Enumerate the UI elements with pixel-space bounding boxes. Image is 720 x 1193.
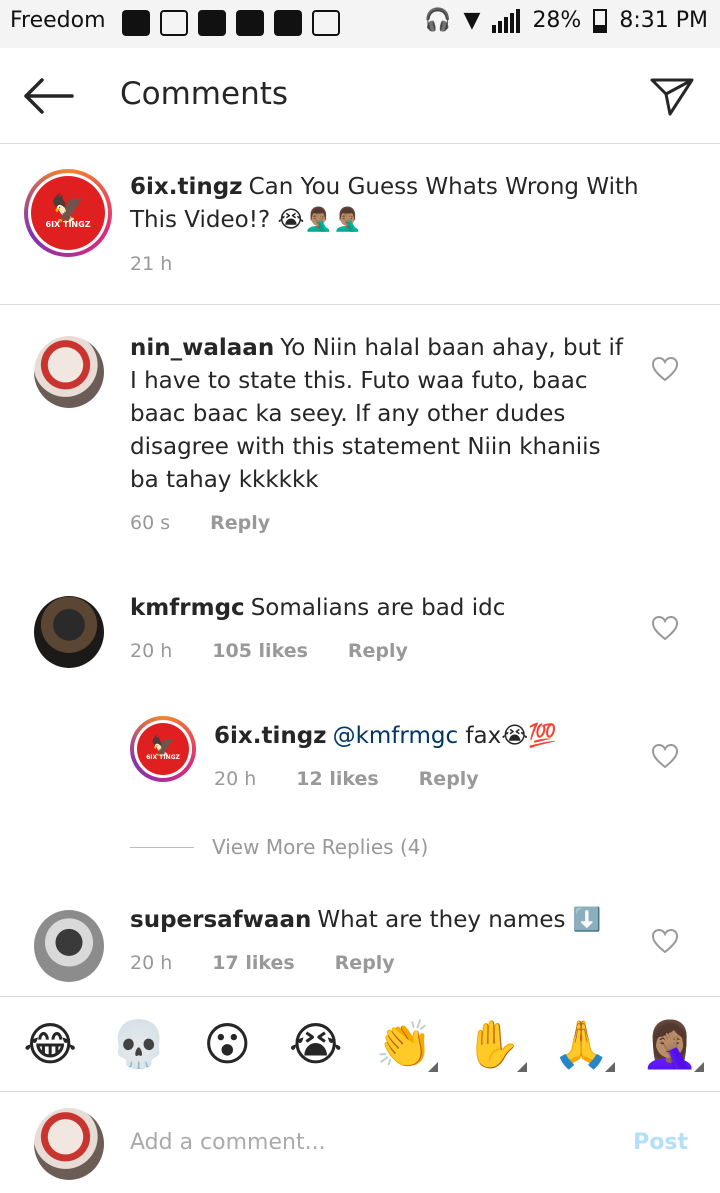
emoji-button-variants[interactable]: 🙏 <box>541 1017 621 1072</box>
page-title: Comments <box>120 76 289 112</box>
clap-emoji: 👏 <box>375 1016 433 1071</box>
reply-time: 20 h <box>214 768 257 790</box>
comment-meta: 20 h 17 likes Reply <box>130 952 395 974</box>
reply-button[interactable]: Reply <box>348 640 408 662</box>
reply-button[interactable]: Reply <box>419 768 479 790</box>
skin-tone-indicator <box>516 1061 527 1072</box>
signal-icon <box>492 8 521 33</box>
comment-meta: 20 h 105 likes Reply <box>130 640 408 662</box>
reply-text: fax😭💯 <box>465 723 557 749</box>
reply-avatar[interactable]: 🦅 6IX TINGZ <box>130 716 196 782</box>
skin-tone-indicator <box>605 1061 616 1072</box>
likes-count[interactable]: 105 likes <box>212 640 308 662</box>
message-icon <box>122 10 150 36</box>
divider-line <box>130 846 194 848</box>
heart-icon[interactable] <box>651 743 679 769</box>
gmail-icon <box>312 10 340 36</box>
discord-icon <box>198 10 226 36</box>
system-status: 🎧 ▼ 28% 8:31 PM <box>424 8 708 33</box>
likes-count[interactable]: 17 likes <box>212 952 294 974</box>
6ix-tingz-logo: 🦅 6IX TINGZ <box>31 176 105 250</box>
skin-tone-indicator <box>693 1061 704 1072</box>
caption-avatar[interactable]: 🦅 6IX TINGZ <box>24 169 112 257</box>
heart-icon[interactable] <box>651 615 679 641</box>
avatar[interactable] <box>34 910 104 982</box>
avatar[interactable] <box>34 336 104 408</box>
wifi-icon: ▼ <box>463 8 481 33</box>
heart-icon[interactable] <box>651 356 679 382</box>
comment-text: What are they names ⬇️ <box>317 907 602 933</box>
comment-username[interactable]: nin_walaan <box>130 335 274 361</box>
emoji-button[interactable]: 😭 <box>276 1017 356 1071</box>
reply-text-block: 6ix.tingz @kmfrmgc fax😭💯 <box>214 720 634 753</box>
battery-icon <box>593 8 608 33</box>
battery-percent: 28% <box>532 8 582 33</box>
caption-meta: 21 h <box>130 253 172 275</box>
headset-icon: 🎧 <box>424 8 452 33</box>
back-arrow-icon <box>24 78 74 114</box>
status-bar: Freedom 🎧 ▼ 28% 8:31 PM <box>0 0 720 48</box>
back-button[interactable] <box>22 76 74 116</box>
view-more-replies[interactable]: View More Replies (4) <box>130 835 428 859</box>
caption-text-block: 6ix.tingz Can You Guess Whats Wrong With … <box>130 171 690 237</box>
comment-time: 20 h <box>130 952 173 974</box>
caption-username[interactable]: 6ix.tingz <box>130 174 243 200</box>
emoji-button[interactable]: 😂 <box>10 1017 90 1071</box>
comment-text: Somalians are bad idc <box>250 595 506 621</box>
reply-username[interactable]: 6ix.tingz <box>214 723 327 749</box>
emoji-button-variants[interactable]: 🤦🏽‍♀️ <box>630 1017 710 1072</box>
comment-text-block: supersafwaan What are they names ⬇️ <box>130 904 630 937</box>
likes-count[interactable]: 12 likes <box>296 768 378 790</box>
reply-meta: 20 h 12 likes Reply <box>214 768 479 790</box>
comment-text-block: kmfrmgc Somalians are bad idc <box>130 592 630 625</box>
share-button[interactable] <box>648 72 696 120</box>
comment-input[interactable] <box>130 1122 610 1162</box>
discord-icon <box>274 10 302 36</box>
comment-composer: Post <box>0 1092 720 1193</box>
emoji-button[interactable]: 💀 <box>99 1017 179 1072</box>
mosque-icon <box>160 10 188 36</box>
6ix-tingz-logo: 🦅 6IX TINGZ <box>137 723 189 775</box>
facepalm-emoji: 🤦🏽‍♀️ <box>641 1016 699 1071</box>
hand-emoji: ✋ <box>464 1016 522 1071</box>
emoji-button[interactable]: 😮 <box>187 1017 267 1071</box>
notification-icons <box>122 10 340 36</box>
emoji-quick-bar: 😂 💀 😮 😭 👏 ✋ 🙏 🤦🏽‍♀️ <box>0 996 720 1092</box>
reply-button[interactable]: Reply <box>210 512 270 534</box>
carrier-name: Freedom <box>10 8 106 33</box>
post-button[interactable]: Post <box>633 1130 688 1155</box>
comment-username[interactable]: supersafwaan <box>130 907 311 933</box>
emoji-button-variants[interactable]: 👏 <box>364 1017 444 1072</box>
discord-icon <box>236 10 264 36</box>
emoji-button-variants[interactable]: ✋ <box>453 1017 533 1072</box>
avatar[interactable] <box>34 596 104 668</box>
reply-button[interactable]: Reply <box>335 952 395 974</box>
mention-link[interactable]: @kmfrmgc <box>333 723 459 749</box>
caption-time: 21 h <box>130 253 173 275</box>
pray-emoji: 🙏 <box>552 1016 610 1071</box>
comments-header: Comments <box>0 48 720 144</box>
view-more-replies-label: View More Replies (4) <box>212 835 429 859</box>
comment-text-block: nin_walaan Yo Niin halal baan ahay, but i… <box>130 332 630 497</box>
comment-meta: 60 s Reply <box>130 512 270 534</box>
clock: 8:31 PM <box>619 8 708 33</box>
comment-time: 60 s <box>130 512 171 534</box>
heart-icon[interactable] <box>651 928 679 954</box>
comment-time: 20 h <box>130 640 173 662</box>
comment-username[interactable]: kmfrmgc <box>130 595 245 621</box>
current-user-avatar <box>34 1108 104 1180</box>
skin-tone-indicator <box>428 1061 439 1072</box>
post-caption: 🦅 6IX TINGZ 6ix.tingz Can You Guess Whats… <box>0 145 720 305</box>
paper-plane-icon <box>650 78 694 116</box>
